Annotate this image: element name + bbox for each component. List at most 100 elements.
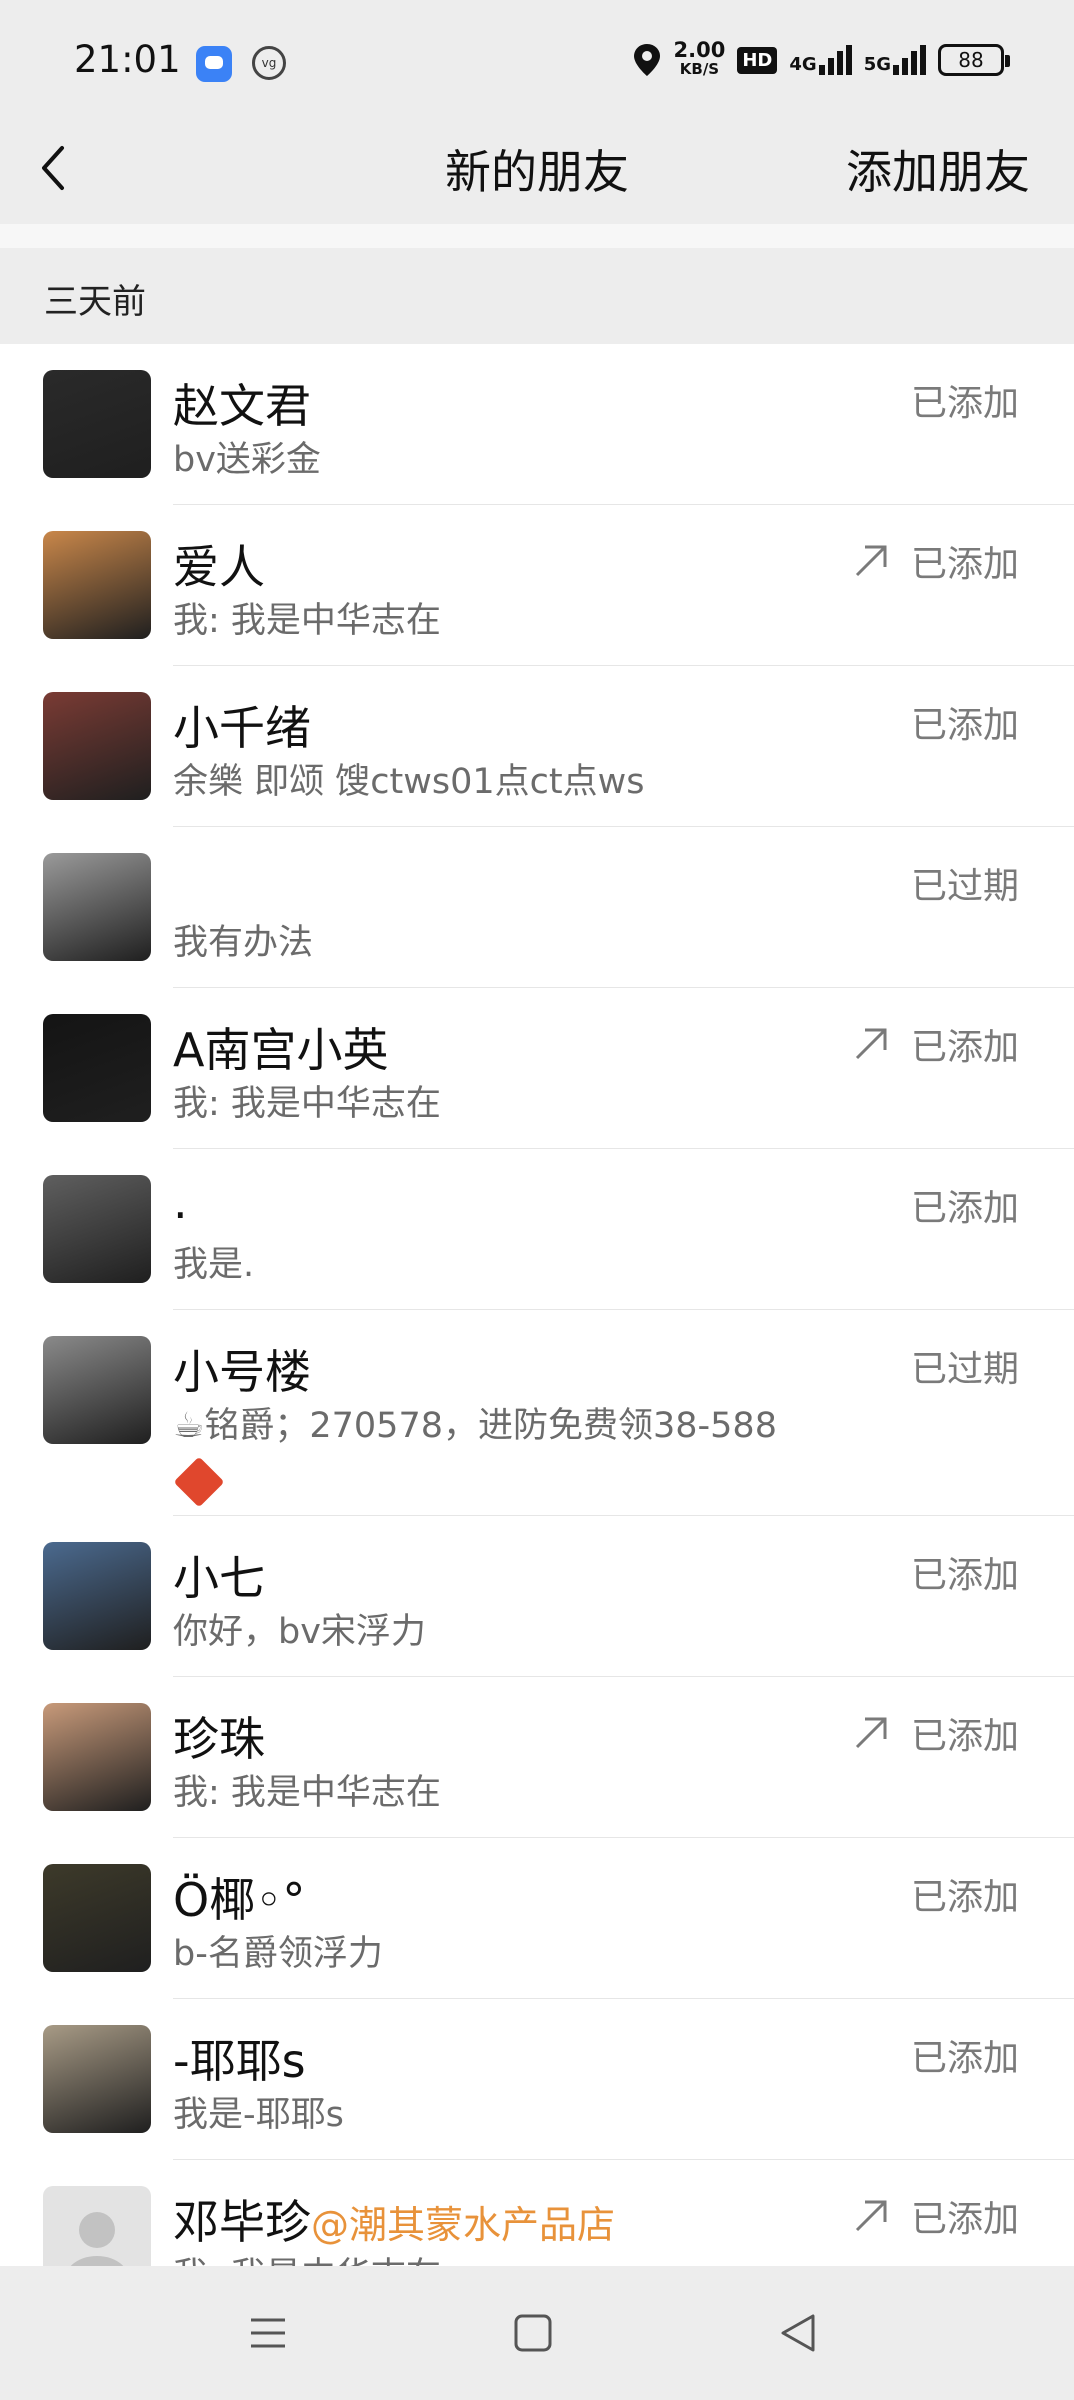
network-speed: 2.00 KB/S [673, 38, 726, 79]
friend-name: . [173, 1175, 188, 1229]
section-label: 三天前 [44, 282, 146, 322]
friend-status[interactable]: 已添加 [911, 374, 1019, 426]
outgoing-arrow-icon [851, 541, 891, 581]
friend-message: 我是-耶耶s [173, 2089, 344, 2141]
friend-name-text: 小号楼 [173, 1345, 311, 1399]
friend-message: 余樂 即颂 馊ctws01点ct点ws [173, 756, 644, 808]
friend-name-text: A南宫小英 [173, 1023, 389, 1077]
friend-row[interactable]: 小七 你好，bv宋浮力 已添加 [0, 1516, 1074, 1677]
friend-status[interactable]: 已添加 [911, 1179, 1019, 1231]
friend-message-text: 我是. [173, 1245, 255, 1285]
avatar[interactable] [43, 1175, 151, 1283]
friend-message-text: 我有办法 [173, 923, 314, 963]
avatar[interactable] [43, 692, 151, 800]
friend-status[interactable]: 已添加 [911, 1707, 1019, 1759]
friend-name: 赵文君 [173, 370, 311, 436]
friend-name-text: -耶耶s [173, 2034, 306, 2088]
friend-row[interactable]: 赵文君 bv送彩金 已添加 [0, 344, 1074, 505]
friend-message-text: 我: 我是中华志在 [173, 1084, 441, 1124]
friend-name: 爱人 [173, 531, 265, 597]
friend-name: Ö椰◦° [173, 1864, 305, 1930]
friend-name: 珍珠 [173, 1703, 265, 1769]
friend-row[interactable]: 邓毕珍@潮其蒙水产品店我: 我是中华志在 已添加 [0, 2160, 1074, 2266]
friend-status[interactable]: 已添加 [911, 535, 1019, 587]
battery-icon: 88 [938, 44, 1010, 76]
add-friend-button[interactable]: 添加朋友 [846, 136, 1030, 202]
friend-row[interactable]: 爱人 我: 我是中华志在 已添加 [0, 505, 1074, 666]
friend-message: ☕铭爵；270578，进防免费领38-588 [173, 1400, 777, 1515]
avatar[interactable] [43, 1014, 151, 1122]
friend-message: 我: 我是中华志在 [173, 595, 441, 647]
home-square-icon [514, 2314, 552, 2352]
home-button[interactable] [508, 2308, 558, 2358]
menu-icon [251, 2318, 285, 2348]
avatar[interactable] [43, 2186, 151, 2266]
friend-name-text: 小千绪 [173, 701, 311, 755]
title-bar: 新的朋友 添加朋友 [0, 110, 1074, 224]
friend-row[interactable]: 我有办法 已过期 [0, 827, 1074, 988]
friend-name: 邓毕珍@潮其蒙水产品店 [173, 2186, 615, 2252]
app-badge-icon: vg [252, 46, 286, 80]
friend-message: 我是. [173, 1239, 254, 1291]
friend-message-text: bv送彩金 [173, 440, 321, 480]
friend-status[interactable]: 已过期 [911, 857, 1019, 909]
signal-5g: 5G [864, 45, 926, 75]
friend-message: 我有办法 [173, 917, 313, 969]
friend-name-text: 爱人 [173, 540, 265, 594]
friend-row[interactable]: Ö椰◦° b-名爵领浮力 已添加 [0, 1838, 1074, 1999]
friend-list[interactable]: 赵文君 bv送彩金 已添加 爱人 我: 我是中华志在 已添加 小千绪 余樂 即颂 馊ctws0… [0, 344, 1074, 2266]
friend-name-text: 邓毕珍 [173, 2195, 311, 2249]
status-bar: 21:01 vg 2.00 KB/S HD 4G 5G 88 [0, 0, 1074, 110]
avatar[interactable] [43, 853, 151, 961]
friend-source-tag: @潮其蒙水产品店 [311, 2203, 616, 2247]
outgoing-arrow-icon [851, 2196, 891, 2236]
avatar[interactable] [43, 1336, 151, 1444]
friend-message-text: 我: 我是中华志在 [173, 2256, 441, 2266]
friend-status[interactable]: 已添加 [911, 2190, 1019, 2242]
menu-button[interactable] [243, 2308, 293, 2358]
friend-message: b-名爵领浮力 [173, 1928, 383, 1980]
friend-name: A南宫小英 [173, 1014, 388, 1080]
friend-name-text: 赵文君 [173, 379, 311, 433]
location-icon [633, 44, 660, 76]
fortune-emoji-icon [173, 1456, 225, 1508]
outgoing-arrow-icon [851, 1024, 891, 1064]
avatar[interactable] [43, 531, 151, 639]
friend-row[interactable]: 小千绪 余樂 即颂 馊ctws01点ct点ws 已添加 [0, 666, 1074, 827]
friend-message-text: 我是-耶耶s [173, 2095, 344, 2135]
friend-name: 小千绪 [173, 692, 311, 758]
friend-message-text: 我: 我是中华志在 [173, 1773, 441, 1813]
friend-name-text: . [173, 1175, 188, 1229]
status-time: 21:01 [74, 38, 181, 81]
friend-name-text: Ö椰◦° [173, 1873, 306, 1927]
hd-icon: HD [737, 46, 778, 74]
avatar[interactable] [43, 1864, 151, 1972]
friend-status[interactable]: 已添加 [911, 1018, 1019, 1070]
friend-row[interactable]: 小号楼 ☕铭爵；270578，进防免费领38-588 已过期 [0, 1310, 1074, 1516]
divider [0, 224, 1074, 248]
friend-message: 我: 我是中华志在 [173, 2250, 441, 2266]
friend-status[interactable]: 已添加 [911, 696, 1019, 748]
friend-row[interactable]: A南宫小英我: 我是中华志在 已添加 [0, 988, 1074, 1149]
friend-status[interactable]: 已添加 [911, 1546, 1019, 1598]
back-nav-button[interactable] [773, 2308, 823, 2358]
friend-name: 小七 [173, 1542, 265, 1608]
avatar[interactable] [43, 1542, 151, 1650]
avatar[interactable] [43, 1703, 151, 1811]
friend-row[interactable]: 珍珠 我: 我是中华志在 已添加 [0, 1677, 1074, 1838]
friend-status[interactable]: 已添加 [911, 2029, 1019, 2081]
friend-row[interactable]: . 我是. 已添加 [0, 1149, 1074, 1310]
avatar[interactable] [43, 370, 151, 478]
system-nav-bar [0, 2266, 1074, 2400]
status-indicators: 2.00 KB/S HD 4G 5G 88 [632, 38, 1010, 80]
avatar[interactable] [43, 2025, 151, 2133]
chat-app-icon [196, 46, 232, 82]
friend-status[interactable]: 已过期 [911, 1340, 1019, 1392]
friend-message-text: b-名爵领浮力 [173, 1934, 383, 1974]
signal-bars-icon [818, 45, 852, 75]
section-header: 三天前 [0, 248, 1074, 344]
friend-name-text: 小七 [173, 1551, 265, 1605]
friend-row[interactable]: -耶耶s 我是-耶耶s 已添加 [0, 1999, 1074, 2160]
friend-message: bv送彩金 [173, 434, 321, 486]
friend-status[interactable]: 已添加 [911, 1868, 1019, 1920]
